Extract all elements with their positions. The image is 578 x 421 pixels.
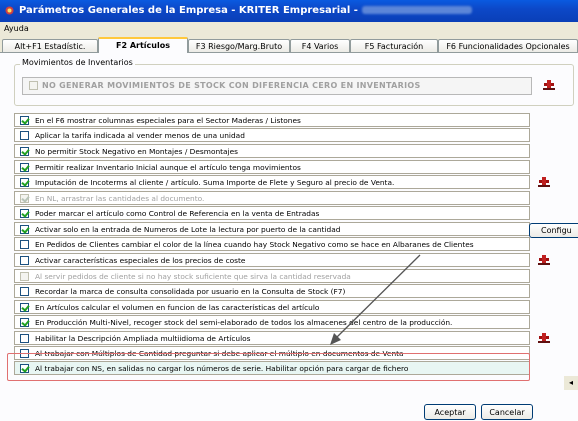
cancel-button[interactable]: Cancelar: [481, 404, 533, 420]
option-label: Imputación de Incoterms al cliente / art…: [35, 178, 395, 187]
tab-varios[interactable]: F4 Varios: [290, 39, 350, 52]
option-row[interactable]: Permitir realizar Inventario Inicial aun…: [14, 160, 530, 174]
help-icon[interactable]: [535, 252, 553, 268]
option-label: Permitir realizar Inventario Inicial aun…: [35, 163, 301, 172]
option-label: En Artículos calcular el volumen en func…: [35, 303, 320, 312]
highlight-box: [7, 353, 530, 381]
tab-facturacion[interactable]: F5 Facturación: [350, 39, 438, 52]
option-checkbox[interactable]: [20, 163, 29, 172]
menu-ayuda[interactable]: Ayuda: [4, 24, 29, 33]
option-row[interactable]: Activar solo en la entrada de Numeros de…: [14, 222, 530, 236]
option-row[interactable]: Imputación de Incoterms al cliente / art…: [14, 175, 530, 189]
tab-funcionalidades[interactable]: F6 Funcionalidades Opcionales: [438, 39, 578, 52]
option-label: No permitir Stock Negativo en Montajes /…: [35, 147, 239, 156]
title-bar: Parámetros Generales de la Empresa - KRI…: [0, 0, 578, 22]
tab-strip: Alt+F1 Estadístic. F2 Artículos F3 Riesg…: [0, 37, 578, 53]
option-label: Activar características especiales de lo…: [35, 256, 246, 265]
option-label: Aplicar la tarifa indicada al vender men…: [35, 131, 245, 140]
option-label: En el F6 mostrar columnas especiales par…: [35, 116, 301, 125]
accept-button[interactable]: Aceptar: [424, 404, 476, 420]
option-label: Habilitar la Descripción Ampliada multii…: [35, 334, 251, 343]
option-label: Recordar la marca de consulta consolidad…: [35, 287, 346, 296]
app-icon: [5, 6, 14, 15]
option-checkbox[interactable]: [20, 178, 29, 187]
configure-button[interactable]: Configu: [529, 223, 578, 238]
option-checkbox[interactable]: [20, 240, 29, 249]
tab-estadisticas[interactable]: Alt+F1 Estadístic.: [2, 39, 98, 52]
option-row[interactable]: En Producción Multi-Nivel, recoger stock…: [14, 315, 530, 329]
tab-riesgo[interactable]: F3 Riesgo/Marg.Bruto: [188, 39, 290, 52]
option-row[interactable]: En Artículos calcular el volumen en func…: [14, 300, 530, 314]
help-icon[interactable]: [540, 77, 558, 93]
option-checkbox[interactable]: [20, 116, 29, 125]
option-label: Poder marcar el artículo como Control de…: [35, 209, 320, 218]
menu-bar: Ayuda: [0, 22, 578, 36]
option-checkbox[interactable]: [20, 256, 29, 265]
option-checkbox[interactable]: [20, 194, 29, 203]
option-row[interactable]: Poder marcar el artículo como Control de…: [14, 206, 530, 220]
option-label: En NL, arrastrar las cantidades al docum…: [35, 194, 205, 203]
option-row[interactable]: En Pedidos de Clientes cambiar el color …: [14, 237, 530, 251]
option-row[interactable]: Activar características especiales de lo…: [14, 253, 530, 267]
option-label: Activar solo en la entrada de Numeros de…: [35, 225, 341, 234]
window-title: Parámetros Generales de la Empresa - KRI…: [19, 5, 472, 16]
inventory-group-title: Movimientos de Inventarios: [20, 58, 135, 67]
help-icon[interactable]: [535, 174, 553, 190]
option-checkbox[interactable]: [20, 209, 29, 218]
redacted-title-part: [361, 6, 472, 14]
option-checkbox[interactable]: [20, 303, 29, 312]
option-label: En Producción Multi-Nivel, recoger stock…: [35, 318, 453, 327]
option-checkbox[interactable]: [20, 225, 29, 234]
inventory-option-label: NO GENERAR MOVIMIENTOS DE STOCK CON DIFE…: [42, 81, 421, 90]
option-checkbox[interactable]: [20, 334, 29, 343]
option-label: En Pedidos de Clientes cambiar el color …: [35, 240, 474, 249]
option-label: Al servir pedidos de cliente si no hay s…: [35, 272, 351, 281]
help-icon[interactable]: [535, 330, 553, 346]
option-row[interactable]: En NL, arrastrar las cantidades al docum…: [14, 191, 530, 205]
option-row[interactable]: Aplicar la tarifa indicada al vender men…: [14, 128, 530, 142]
option-row[interactable]: En el F6 mostrar columnas especiales par…: [14, 113, 530, 127]
tab-articulos[interactable]: F2 Artículos: [98, 37, 188, 53]
option-checkbox[interactable]: [20, 287, 29, 296]
option-checkbox[interactable]: [20, 131, 29, 140]
option-checkbox[interactable]: [20, 272, 29, 281]
option-checkbox[interactable]: [20, 318, 29, 327]
option-row[interactable]: Habilitar la Descripción Ampliada multii…: [14, 331, 530, 345]
option-row[interactable]: Al servir pedidos de cliente si no hay s…: [14, 269, 530, 283]
inventory-checkbox[interactable]: [29, 81, 38, 90]
scroll-left-icon[interactable]: ◂: [564, 376, 578, 390]
option-checkbox[interactable]: [20, 147, 29, 156]
option-row[interactable]: Recordar la marca de consulta consolidad…: [14, 284, 530, 298]
option-row[interactable]: No permitir Stock Negativo en Montajes /…: [14, 144, 530, 158]
